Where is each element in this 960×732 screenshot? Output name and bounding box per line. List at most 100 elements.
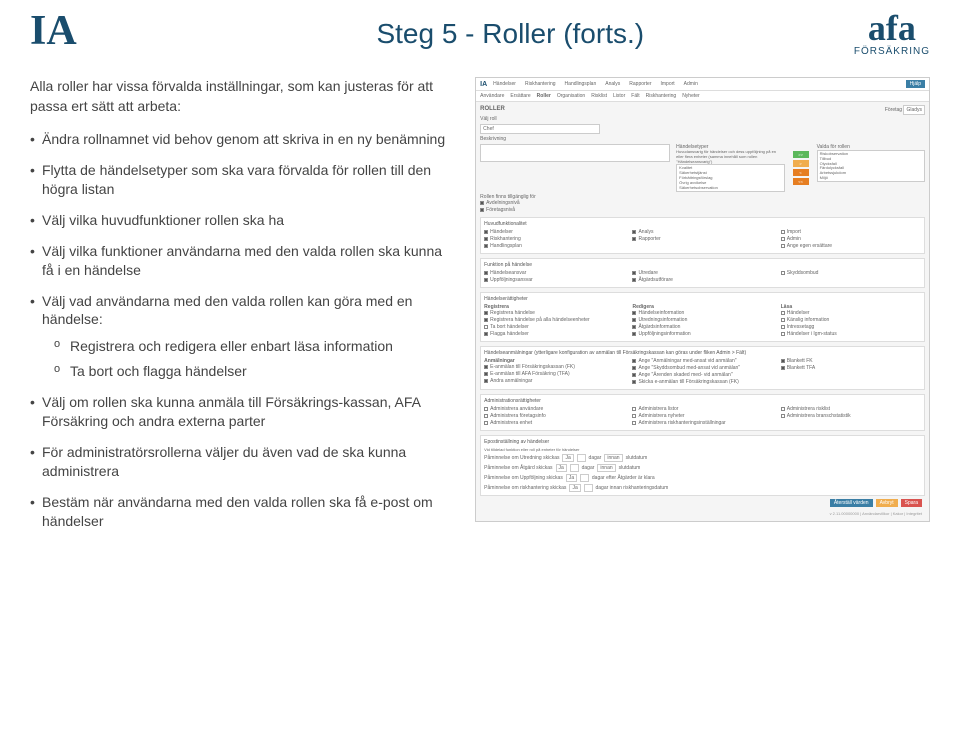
checkbox[interactable]	[632, 311, 636, 315]
subnav-tab[interactable]: Fält	[631, 93, 639, 99]
subnav-tab[interactable]: Listor	[613, 93, 625, 99]
subnav-tab[interactable]: Nyheter	[682, 93, 700, 99]
checkbox-label: Ta bort händelser	[490, 324, 529, 330]
checkbox[interactable]	[484, 372, 488, 376]
checkbox-label: Händelseinformation	[638, 310, 684, 316]
move-all-right-button[interactable]: >>	[793, 151, 809, 158]
epost-input[interactable]	[584, 484, 593, 492]
checkbox[interactable]	[781, 230, 785, 234]
epost-input[interactable]	[577, 454, 586, 462]
section-funktion: Funktion på händelse Händelseansvar Uppf…	[480, 258, 925, 288]
epost-select[interactable]: Ja	[556, 464, 567, 472]
logo-ia: IA	[30, 10, 77, 52]
checkbox[interactable]	[484, 379, 488, 383]
epost-select[interactable]: Ja	[566, 474, 577, 482]
checkbox[interactable]	[480, 208, 484, 212]
checkbox[interactable]	[484, 325, 488, 329]
checkbox[interactable]	[632, 373, 636, 377]
checkbox[interactable]	[632, 421, 636, 425]
checkbox[interactable]	[632, 414, 636, 418]
checkbox[interactable]	[632, 237, 636, 241]
move-all-left-button[interactable]: <<	[793, 178, 809, 185]
checkbox[interactable]	[484, 421, 488, 425]
ht-left-list[interactable]: KvalitetSäkerhetstjänstFörbättringsförsl…	[676, 164, 784, 192]
checkbox[interactable]	[632, 278, 636, 282]
subnav-tab[interactable]: Riskhantering	[646, 93, 677, 99]
checkbox[interactable]	[484, 407, 488, 411]
cancel-button[interactable]: Avbryt	[876, 499, 898, 507]
topnav-tab[interactable]: Handlingsplan	[562, 80, 600, 88]
checkbox[interactable]	[632, 271, 636, 275]
checkbox[interactable]	[484, 311, 488, 315]
move-left-button[interactable]: <	[793, 169, 809, 176]
checkbox[interactable]	[484, 332, 488, 336]
checkbox[interactable]	[632, 380, 636, 384]
epost-select[interactable]: innan	[597, 464, 615, 472]
company-select[interactable]: Gladys	[903, 105, 925, 115]
checkbox[interactable]	[632, 230, 636, 234]
checkbox[interactable]	[484, 244, 488, 248]
page-heading: ROLLER	[480, 106, 505, 112]
checkbox[interactable]	[781, 332, 785, 336]
checkbox[interactable]	[632, 332, 636, 336]
checkbox-label: Rapporter	[638, 236, 660, 242]
help-button[interactable]: Hjälp	[906, 80, 925, 88]
checkbox[interactable]	[480, 201, 484, 205]
save-button[interactable]: Spara	[901, 499, 922, 507]
ht-right-list[interactable]: RiskobservationTillbudOlycksfallFärdolyc…	[817, 150, 925, 182]
topnav-tab[interactable]: Riskhantering	[522, 80, 559, 88]
topnav-tab[interactable]: Rapporter	[626, 80, 654, 88]
move-right-button[interactable]: >	[793, 160, 809, 167]
intro-text: Alla roller har vissa förvalda inställni…	[30, 77, 455, 116]
checkbox[interactable]	[632, 325, 636, 329]
epost-input[interactable]	[570, 464, 579, 472]
subnav-tab[interactable]: Ersättare	[510, 93, 530, 99]
subnav-tab[interactable]: Risklist	[591, 93, 607, 99]
section-title: Händelseanmälningar (ytterligare konfigu…	[484, 350, 921, 356]
checkbox[interactable]	[484, 271, 488, 275]
checkbox[interactable]	[632, 407, 636, 411]
checkbox[interactable]	[781, 407, 785, 411]
checkbox[interactable]	[632, 366, 636, 370]
topnav-tab[interactable]: Händelser	[490, 80, 519, 88]
left-column: Alla roller har vissa förvalda inställni…	[30, 77, 455, 542]
role-select[interactable]: Chef	[480, 124, 600, 134]
subnav-tab[interactable]: Användare	[480, 93, 504, 99]
checkbox-label: Händelser	[490, 229, 513, 235]
topnav-tab[interactable]: Import	[658, 80, 678, 88]
checkbox[interactable]	[484, 318, 488, 322]
checkbox[interactable]	[781, 271, 785, 275]
epost-select[interactable]: Ja	[562, 454, 573, 462]
topnav-tab[interactable]: Analys	[602, 80, 623, 88]
subnav-tab[interactable]: Organisation	[557, 93, 585, 99]
checkbox[interactable]	[781, 366, 785, 370]
restore-button[interactable]: Återställ värden	[830, 499, 873, 507]
checkbox-label: Administrera riskhanteringsinställningar	[638, 420, 725, 426]
epost-input[interactable]	[580, 474, 589, 482]
checkbox[interactable]	[781, 244, 785, 248]
checkbox[interactable]	[484, 414, 488, 418]
checkbox-label: Åtgärdsutförare	[638, 277, 672, 283]
bullet-item: För administratörsrollerna väljer du äve…	[30, 443, 455, 481]
checkbox[interactable]	[781, 414, 785, 418]
epost-row-label: Påminnelse om riskhantering skickas	[484, 485, 566, 491]
checkbox-label: Handlingsplan	[490, 243, 522, 249]
right-column: IA Händelser Riskhantering Handlingsplan…	[475, 77, 930, 542]
checkbox[interactable]	[484, 237, 488, 241]
subnav-tab-selected[interactable]: Roller	[537, 93, 551, 99]
checkbox[interactable]	[781, 237, 785, 241]
checkbox[interactable]	[781, 325, 785, 329]
checkbox[interactable]	[781, 359, 785, 363]
epost-select[interactable]: innan	[604, 454, 622, 462]
checkbox[interactable]	[484, 230, 488, 234]
checkbox[interactable]	[781, 318, 785, 322]
epost-select[interactable]: Ja	[569, 484, 580, 492]
checkbox[interactable]	[484, 278, 488, 282]
checkbox[interactable]	[632, 359, 636, 363]
topnav-tab[interactable]: Admin	[681, 80, 701, 88]
page-title: Steg 5 - Roller (forts.)	[376, 18, 644, 50]
checkbox[interactable]	[484, 365, 488, 369]
desc-textarea[interactable]	[480, 144, 670, 162]
checkbox[interactable]	[781, 311, 785, 315]
checkbox[interactable]	[632, 318, 636, 322]
